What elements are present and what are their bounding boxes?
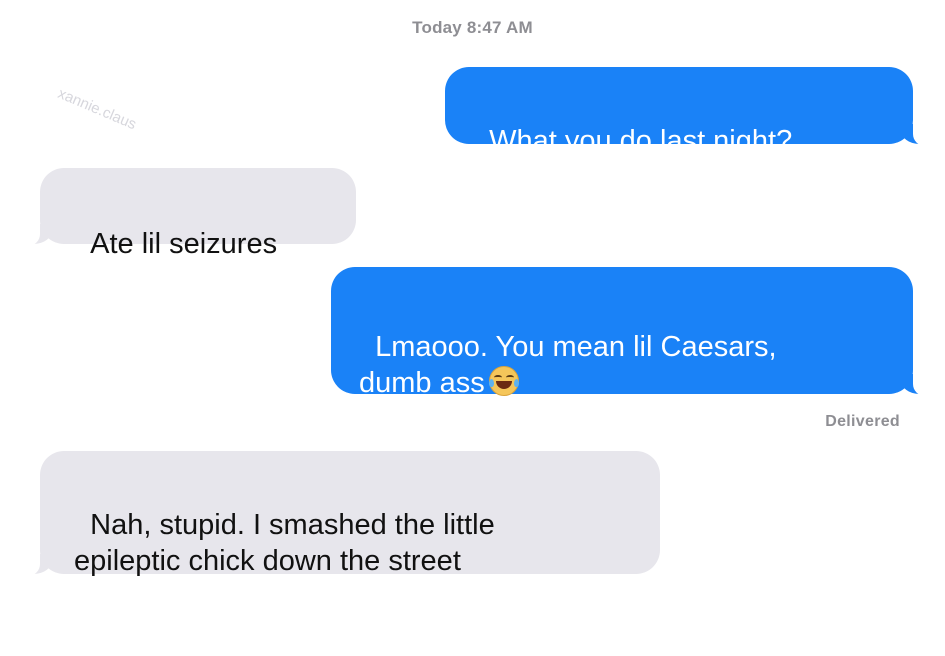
sent-message-bubble[interactable]: What you do last night? (445, 67, 939, 157)
received-message-bubble[interactable]: Ate lil seizures (14, 168, 356, 260)
sent-message-bubble[interactable]: Lmaooo. You mean lil Caesars, dumb ass (331, 267, 939, 399)
message-text: Lmaooo. You mean lil Caesars, dumb ass (359, 331, 777, 399)
message-text: Nah, stupid. I smashed the little epilep… (74, 509, 495, 577)
received-message-bubble[interactable]: Nah, stupid. I smashed the little epilep… (14, 451, 660, 577)
delivered-status: Delivered (825, 413, 900, 430)
face-with-tears-of-joy-icon (488, 366, 519, 396)
watermark: xannie.claus (55, 85, 139, 134)
message-timestamp: Today 8:47 AM (412, 18, 533, 37)
message-text: What you do last night? (489, 125, 793, 157)
message-text: Ate lil seizures (90, 228, 278, 260)
